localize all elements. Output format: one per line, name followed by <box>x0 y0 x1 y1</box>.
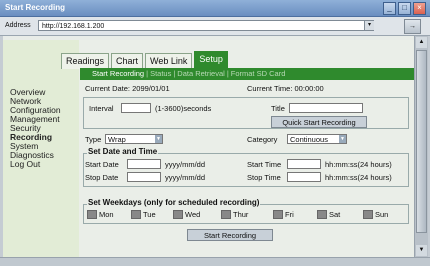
type-select[interactable]: Wrap ▼ <box>105 134 163 144</box>
scroll-down-icon[interactable]: ▼ <box>416 245 427 256</box>
current-time: Current Time: 00:00:00 <box>247 84 324 93</box>
start-date-input[interactable] <box>127 159 161 169</box>
category-select[interactable]: Continuous ▼ <box>287 134 347 144</box>
stop-date-format: yyyy/mm/dd <box>165 173 206 182</box>
type-value: Wrap <box>108 135 126 144</box>
checkbox-sat[interactable]: Sat <box>317 210 340 219</box>
title-bar: Start Recording _ □ × <box>0 0 430 17</box>
type-label: Type <box>85 135 102 144</box>
interval-input[interactable] <box>121 103 151 113</box>
subnav-format-sd-card[interactable]: Format SD Card <box>231 69 286 78</box>
close-icon[interactable]: × <box>413 2 426 15</box>
checkbox-fri[interactable]: Fri <box>273 210 294 219</box>
start-date-format: yyyy/mm/dd <box>165 160 206 169</box>
subnav-status[interactable]: Status <box>150 69 171 78</box>
recording-form: Current Date: 2099/01/01 Current Time: 0… <box>81 80 411 257</box>
title-input[interactable] <box>289 103 363 113</box>
category-value: Continuous <box>290 135 328 144</box>
maximize-icon[interactable]: □ <box>398 2 411 15</box>
device-web-ui: Readings Chart Web Link Setup Start Reco… <box>3 40 414 257</box>
tab-readings[interactable]: Readings <box>61 53 110 69</box>
address-label: Address <box>5 22 31 29</box>
tab-web-link[interactable]: Web Link <box>145 53 193 69</box>
subnav-start-recording[interactable]: Start Recording <box>92 69 144 78</box>
stop-date-input[interactable] <box>127 172 161 182</box>
sidebar-item-log-out[interactable]: Log Out <box>10 160 61 169</box>
start-time-input[interactable] <box>287 159 321 169</box>
checkbox-thur[interactable]: Thur <box>221 210 248 219</box>
main-tabs: Readings Chart Web Link Setup <box>61 51 230 69</box>
stop-time-label: Stop Time <box>247 173 281 182</box>
day-label: Sat <box>329 210 341 219</box>
checkbox-icon <box>317 210 327 219</box>
scroll-thumb[interactable] <box>416 50 427 233</box>
sub-navigation: Start Recording | Status | Data Retrieval | Fo… <box>80 68 414 80</box>
category-label: Category <box>247 135 278 144</box>
day-label: Fri <box>285 210 294 219</box>
checkbox-icon <box>173 210 183 219</box>
url-dropdown-icon[interactable]: ▾ <box>364 21 374 30</box>
checkbox-icon <box>87 210 97 219</box>
day-label: Thur <box>233 210 249 219</box>
page-viewport: Readings Chart Web Link Setup Start Reco… <box>3 36 414 257</box>
date-time-legend: Set Date and Time <box>87 147 159 156</box>
day-label: Tue <box>143 210 156 219</box>
checkbox-icon <box>273 210 283 219</box>
checkbox-icon <box>363 210 373 219</box>
current-date: Current Date: 2099/01/01 <box>85 84 170 93</box>
stop-date-label: Stop Date <box>85 173 119 182</box>
checkbox-wed[interactable]: Wed <box>173 210 200 219</box>
interval-hint: (1-3600)seconds <box>155 104 212 113</box>
browser-window: Start Recording _ □ × Address http://192… <box>0 0 430 266</box>
chevron-down-icon: ▼ <box>339 135 346 143</box>
day-label: Wed <box>185 210 201 219</box>
address-bar: Address http://192.168.1.200 ▾ → <box>0 17 430 36</box>
checkbox-icon <box>131 210 141 219</box>
stop-time-format: hh:mm:ss(24 hours) <box>325 173 392 182</box>
start-time-format: hh:mm:ss(24 hours) <box>325 160 392 169</box>
day-label: Mon <box>99 210 114 219</box>
go-button[interactable]: → <box>404 19 421 34</box>
checkbox-sun[interactable]: Sun <box>363 210 388 219</box>
checkbox-tue[interactable]: Tue <box>131 210 156 219</box>
scroll-up-icon[interactable]: ▲ <box>416 37 427 48</box>
start-time-label: Start Time <box>247 160 282 169</box>
sidebar-nav: Overview Network Configuration Managemen… <box>10 88 61 169</box>
quick-start-button[interactable]: Quick Start Recording <box>271 116 367 128</box>
start-recording-button[interactable]: Start Recording <box>187 229 273 241</box>
url-input[interactable]: http://192.168.1.200 <box>38 20 374 31</box>
checkbox-mon[interactable]: Mon <box>87 210 114 219</box>
title-label: Title <box>271 104 285 113</box>
checkbox-icon <box>221 210 231 219</box>
minimize-icon[interactable]: _ <box>383 2 396 15</box>
vertical-scrollbar[interactable]: ▲ ▼ <box>414 36 428 257</box>
interval-label: Interval <box>89 104 114 113</box>
tab-chart[interactable]: Chart <box>111 53 144 69</box>
weekdays-legend: Set Weekdays (only for scheduled recordi… <box>87 198 261 207</box>
stop-time-input[interactable] <box>287 172 321 182</box>
start-date-label: Start Date <box>85 160 119 169</box>
day-label: Sun <box>375 210 389 219</box>
chevron-down-icon: ▼ <box>155 135 162 143</box>
window-title: Start Recording <box>5 3 66 12</box>
subnav-data-retrieval[interactable]: Data Retrieval <box>177 69 225 78</box>
tab-setup[interactable]: Setup <box>194 51 228 69</box>
